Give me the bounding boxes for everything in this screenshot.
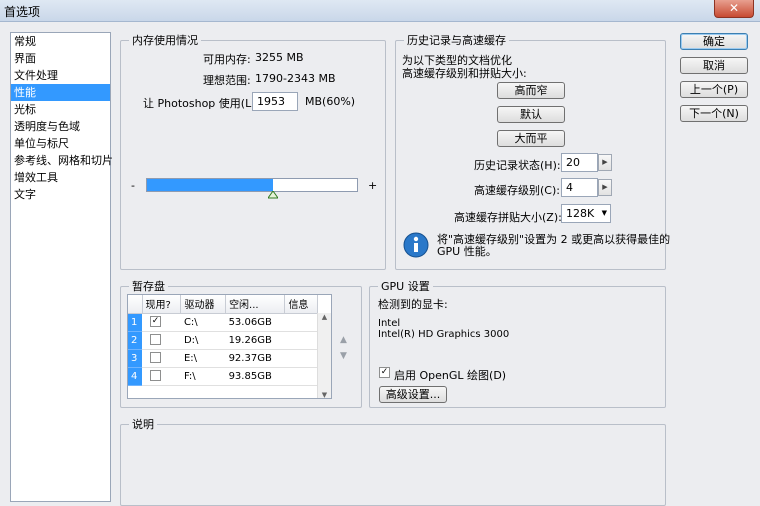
- cache-levels-spinner[interactable]: ▶: [598, 179, 612, 196]
- row-number: 2: [128, 331, 142, 350]
- info-icon: [403, 232, 429, 258]
- let-photoshop-use-label: 让 Photoshop 使用(L):: [143, 97, 260, 110]
- default-button[interactable]: 默认: [497, 106, 565, 123]
- advanced-settings-button[interactable]: 高级设置...: [379, 386, 447, 403]
- sidebar-item-file-handling[interactable]: 文件处理: [11, 67, 110, 84]
- big-flat-button[interactable]: 大而平: [497, 130, 565, 147]
- history-states-label: 历史记录状态(H):: [474, 159, 561, 172]
- tall-thin-button[interactable]: 高而窄: [497, 82, 565, 99]
- opengl-label: 启用 OpenGL 绘图(D): [394, 369, 507, 382]
- drive-cell: D:\: [180, 331, 226, 350]
- chevron-down-icon: ▼: [601, 209, 607, 217]
- scroll-down-icon[interactable]: ▼: [318, 391, 331, 398]
- table-row[interactable]: 4 F:\ 93.85GB: [128, 367, 318, 386]
- history-states-spinner[interactable]: ▶: [598, 154, 612, 171]
- header-free[interactable]: 空闲...: [225, 295, 286, 314]
- sidebar-item-general[interactable]: 常规: [11, 33, 110, 50]
- scratch-active-checkbox[interactable]: [150, 352, 161, 364]
- cache-tile-size-label: 高速缓存拼贴大小(Z):: [454, 211, 562, 224]
- free-space-cell: 19.26GB: [225, 331, 285, 350]
- gpu-model: Intel(R) HD Graphics 3000: [378, 329, 510, 340]
- row-number: 1: [128, 313, 142, 332]
- free-space-cell: 93.85GB: [225, 367, 285, 386]
- description-legend: 说明: [132, 418, 154, 431]
- memory-slider-fill: [147, 179, 273, 191]
- cancel-button[interactable]: 取消: [680, 57, 748, 74]
- info-cell: [284, 367, 318, 386]
- cache-tile-size-select[interactable]: 128K ▼: [561, 204, 611, 223]
- table-row[interactable]: 1 ✓ C:\ 53.06GB: [128, 313, 318, 332]
- close-button[interactable]: ✕: [714, 0, 754, 18]
- memory-amount-input[interactable]: 1953: [252, 92, 298, 111]
- scroll-up-icon[interactable]: ▲: [318, 313, 331, 321]
- memory-usage-legend: 内存使用情况: [132, 34, 198, 47]
- table-header-row: 现用? 驱动器 空闲... 信息: [128, 295, 318, 314]
- window-title: 首选项: [4, 5, 41, 19]
- sidebar-item-units[interactable]: 单位与标尺: [11, 135, 110, 152]
- scratch-active-checkbox[interactable]: [150, 334, 161, 346]
- sidebar-item-cursors[interactable]: 光标: [11, 101, 110, 118]
- free-space-cell: 92.37GB: [225, 349, 285, 368]
- free-space-cell: 53.06GB: [225, 313, 285, 332]
- cache-levels-label: 高速缓存级别(C):: [474, 184, 560, 197]
- next-button[interactable]: 下一个(N): [680, 105, 748, 122]
- table-scrollbar[interactable]: ▲ ▼: [317, 313, 331, 398]
- sidebar-item-plugins[interactable]: 增效工具: [11, 169, 110, 186]
- header-index: [128, 295, 143, 314]
- table-row[interactable]: 2 D:\ 19.26GB: [128, 331, 318, 350]
- close-icon: ✕: [728, 1, 740, 15]
- sidebar-item-type[interactable]: 文字: [11, 186, 110, 203]
- optimize-desc-line2: 高速缓存级别和拼贴大小:: [402, 67, 527, 80]
- gpu-vendor: Intel: [378, 318, 401, 329]
- row-number: 3: [128, 349, 142, 368]
- opengl-checkbox[interactable]: ✓: [379, 367, 390, 378]
- drive-cell: C:\: [180, 313, 226, 332]
- memory-slider-thumb[interactable]: [268, 191, 279, 199]
- ideal-range-label: 理想范围:: [203, 74, 251, 87]
- gpu-settings-legend: GPU 设置: [381, 280, 430, 293]
- category-list[interactable]: 常规 界面 文件处理 性能 光标 透明度与色域 单位与标尺 参考线、网格和切片 …: [10, 32, 113, 502]
- sidebar-item-guides[interactable]: 参考线、网格和切片: [11, 152, 113, 169]
- chevron-right-icon: ▶: [602, 158, 608, 166]
- cache-levels-input[interactable]: 4: [561, 178, 598, 197]
- chevron-right-icon: ▶: [602, 183, 608, 191]
- scratch-active-checkbox[interactable]: [150, 370, 161, 382]
- info-cell: [284, 313, 318, 332]
- title-bar: 首选项 ✕: [0, 0, 760, 22]
- history-states-input[interactable]: 20: [561, 153, 598, 172]
- move-up-icon[interactable]: ▲: [340, 335, 347, 345]
- table-row[interactable]: 3 E:\ 92.37GB: [128, 349, 318, 368]
- header-drive[interactable]: 驱动器: [180, 295, 227, 314]
- detected-card-label: 检测到的显卡:: [378, 298, 448, 311]
- memory-usage-group: 内存使用情况: [120, 32, 386, 270]
- scratch-active-checkbox[interactable]: ✓: [150, 316, 161, 328]
- description-group: 说明: [120, 416, 666, 506]
- slider-minus-label: -: [131, 179, 135, 192]
- sidebar-item-interface[interactable]: 界面: [11, 50, 110, 67]
- gpu-tip-line2: GPU 性能。: [437, 245, 497, 258]
- scratch-disk-table[interactable]: 现用? 驱动器 空闲... 信息 1 ✓ C:\ 53.06GB 2 D:\ 1…: [127, 294, 332, 399]
- history-cache-legend: 历史记录与高速缓存: [407, 34, 506, 47]
- sidebar-item-performance[interactable]: 性能: [11, 84, 110, 101]
- available-memory-label: 可用内存:: [203, 53, 251, 66]
- sidebar-item-transparency[interactable]: 透明度与色域: [11, 118, 110, 135]
- scratch-disks-legend: 暂存盘: [132, 280, 165, 293]
- ok-button[interactable]: 确定: [680, 33, 748, 50]
- info-cell: [284, 349, 318, 368]
- ideal-range-value: 1790-2343 MB: [255, 72, 336, 85]
- slider-plus-label: +: [368, 179, 378, 192]
- move-down-icon[interactable]: ▼: [340, 351, 347, 361]
- available-memory-value: 3255 MB: [255, 51, 304, 64]
- header-active[interactable]: 现用?: [142, 295, 182, 314]
- previous-button[interactable]: 上一个(P): [680, 81, 748, 98]
- row-number: 4: [128, 367, 142, 386]
- memory-slider-track[interactable]: [146, 178, 358, 192]
- header-info[interactable]: 信息: [284, 295, 318, 314]
- drive-cell: E:\: [180, 349, 226, 368]
- drive-cell: F:\: [180, 367, 226, 386]
- memory-unit-label: MB(60%): [305, 95, 356, 108]
- cache-tile-size-value: 128K: [566, 207, 595, 220]
- info-cell: [284, 331, 318, 350]
